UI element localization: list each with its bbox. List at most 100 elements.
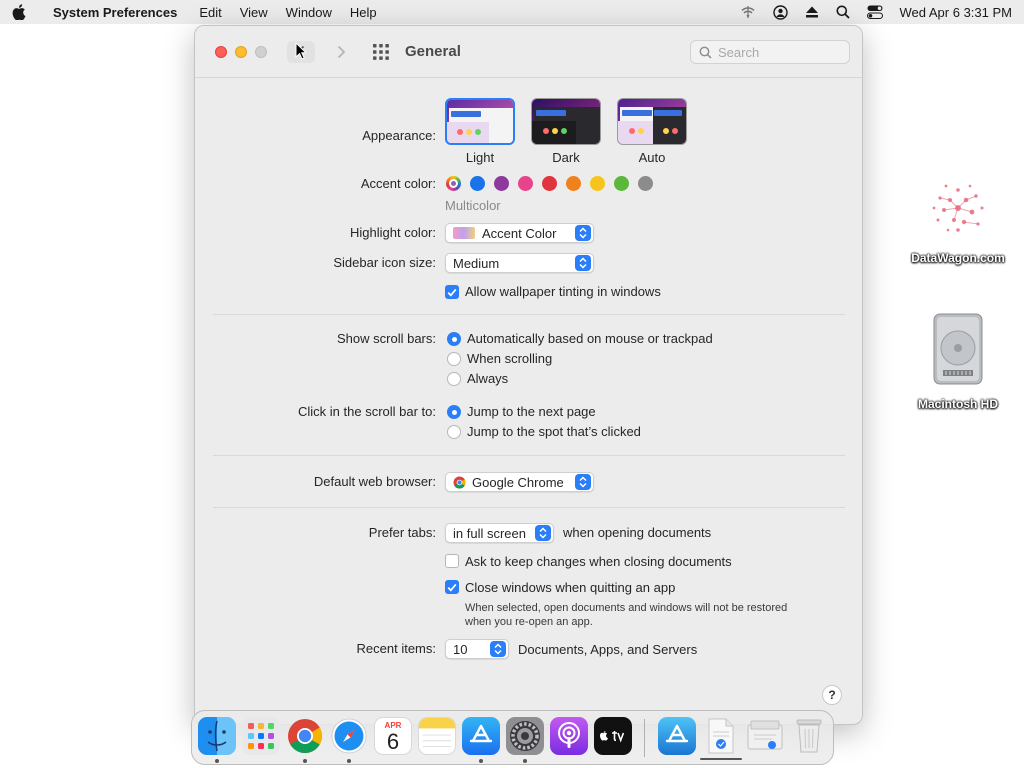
default-browser-value: Google Chrome [472, 474, 564, 490]
desktop-icon-macintosh-hd[interactable]: Macintosh HD [903, 310, 1013, 411]
wallpaper-tinting-label[interactable]: Allow wallpaper tinting in windows [465, 284, 661, 299]
search-input[interactable] [718, 44, 838, 60]
dock-calendar[interactable]: APR 6 [374, 717, 412, 755]
dock-separator [644, 719, 645, 757]
downloads-stack-icon [747, 720, 783, 750]
calendar-day: 6 [386, 728, 400, 754]
accent-red-swatch[interactable] [542, 176, 557, 191]
zoom-window-button[interactable] [255, 46, 267, 58]
system-preferences-window: General Appearance: [194, 25, 863, 725]
dock-podcasts[interactable] [550, 717, 588, 755]
dock-app-store-downloads[interactable] [658, 717, 696, 755]
accent-yellow-swatch[interactable] [590, 176, 605, 191]
app-store-icon [665, 724, 689, 743]
popup-arrows-icon [575, 225, 591, 241]
sidebar-icon-size-popup[interactable]: Medium [445, 253, 594, 273]
dock-notes[interactable] [418, 717, 456, 755]
dock-trash[interactable] [790, 717, 828, 755]
click-jump-next-page-label[interactable]: Jump to the next page [467, 404, 596, 419]
appearance-light-label[interactable]: Light [445, 150, 515, 165]
accent-purple-swatch[interactable] [494, 176, 509, 191]
appearance-auto-thumbnail[interactable] [617, 98, 687, 145]
wifi-off-icon[interactable] [740, 5, 756, 19]
prefer-tabs-popup[interactable]: in full screen [445, 523, 554, 543]
click-jump-to-spot-radio[interactable] [447, 425, 461, 439]
podcasts-icon [558, 722, 580, 748]
accent-green-swatch[interactable] [614, 176, 629, 191]
menu-clock[interactable]: Wed Apr 6 3:31 PM [900, 5, 1013, 20]
control-center-icon[interactable] [866, 5, 883, 19]
menu-bar: System Preferences Edit View Window Help… [0, 0, 1024, 24]
forward-button[interactable] [327, 41, 355, 63]
menu-help[interactable]: Help [350, 5, 377, 20]
recent-items-suffix: Documents, Apps, and Servers [518, 642, 698, 657]
dock-safari[interactable] [330, 717, 368, 755]
prefer-tabs-label: Prefer tabs: [368, 525, 436, 540]
menu-window[interactable]: Window [286, 5, 332, 20]
scroll-bars-always-label[interactable]: Always [467, 371, 508, 386]
accent-graphite-swatch[interactable] [638, 176, 653, 191]
running-indicator [479, 759, 483, 763]
checkmark-icon [447, 583, 457, 592]
dock-chrome[interactable] [286, 717, 324, 755]
ask-keep-changes-label[interactable]: Ask to keep changes when closing documen… [465, 554, 732, 569]
dock-document[interactable] [702, 717, 740, 755]
click-scroll-bar-label: Click in the scroll bar to: [298, 404, 436, 419]
recent-items-popup[interactable]: 10 [445, 639, 509, 659]
minimize-window-button[interactable] [235, 46, 247, 58]
eject-icon[interactable] [805, 6, 819, 18]
user-account-icon[interactable] [772, 4, 788, 20]
highlight-gradient-swatch-icon [453, 227, 475, 239]
menu-view[interactable]: View [240, 5, 268, 20]
default-browser-popup[interactable]: Google Chrome [445, 472, 594, 492]
light-appearance-preview-icon [447, 100, 513, 143]
accent-selected-name: Multicolor [445, 198, 501, 213]
close-windows-label[interactable]: Close windows when quitting an app [465, 580, 675, 595]
recent-items-value: 10 [453, 641, 468, 657]
grid-icon [373, 44, 389, 60]
search-field[interactable] [690, 40, 850, 64]
appearance-dark-label[interactable]: Dark [531, 150, 601, 165]
desktop-icon-datawagon[interactable]: DataWagon.com [903, 172, 1013, 265]
safari-compass-icon [331, 718, 367, 754]
accent-orange-swatch[interactable] [566, 176, 581, 191]
dock-finder[interactable] [198, 717, 236, 755]
click-jump-next-page-radio[interactable] [447, 405, 461, 419]
chevron-right-icon [337, 45, 346, 59]
scroll-bars-always-radio[interactable] [447, 372, 461, 386]
spotlight-search-icon[interactable] [836, 5, 850, 19]
prefer-tabs-value: in full screen [453, 525, 526, 541]
accent-pink-swatch[interactable] [518, 176, 533, 191]
scroll-bars-automatic-label[interactable]: Automatically based on mouse or trackpad [467, 331, 713, 346]
running-indicator [215, 759, 219, 763]
click-jump-to-spot-label[interactable]: Jump to the spot that’s clicked [467, 424, 641, 439]
popup-arrows-icon [490, 641, 506, 657]
close-windows-checkbox[interactable] [445, 580, 459, 594]
scroll-bars-automatic-radio[interactable] [447, 332, 461, 346]
wallpaper-tinting-checkbox[interactable] [445, 285, 459, 299]
section-divider [213, 314, 845, 315]
scroll-bars-when-scrolling-label[interactable]: When scrolling [467, 351, 552, 366]
dock-app-store[interactable] [462, 717, 500, 755]
dock-downloads-stack[interactable] [746, 717, 784, 755]
dark-appearance-preview-icon [532, 99, 600, 144]
ask-keep-changes-checkbox[interactable] [445, 554, 459, 568]
dock-apple-tv[interactable] [594, 717, 632, 755]
accent-blue-swatch[interactable] [470, 176, 485, 191]
menu-app-name[interactable]: System Preferences [53, 5, 177, 20]
sidebar-icon-size-label: Sidebar icon size: [333, 255, 436, 270]
appearance-dark-thumbnail[interactable] [531, 98, 601, 145]
menu-edit[interactable]: Edit [199, 5, 221, 20]
help-button[interactable]: ? [822, 685, 842, 705]
accent-multicolor-swatch[interactable] [446, 176, 461, 191]
apple-menu-icon[interactable] [12, 4, 42, 20]
dock-system-preferences[interactable] [506, 717, 544, 755]
dock-launchpad[interactable] [242, 717, 280, 755]
appearance-light-thumbnail[interactable] [445, 98, 515, 145]
show-scroll-bars-label: Show scroll bars: [337, 331, 436, 346]
highlight-color-popup[interactable]: Accent Color [445, 223, 594, 243]
appearance-auto-label[interactable]: Auto [617, 150, 687, 165]
scroll-bars-when-scrolling-radio[interactable] [447, 352, 461, 366]
close-window-button[interactable] [215, 46, 227, 58]
show-all-button[interactable] [367, 41, 395, 63]
